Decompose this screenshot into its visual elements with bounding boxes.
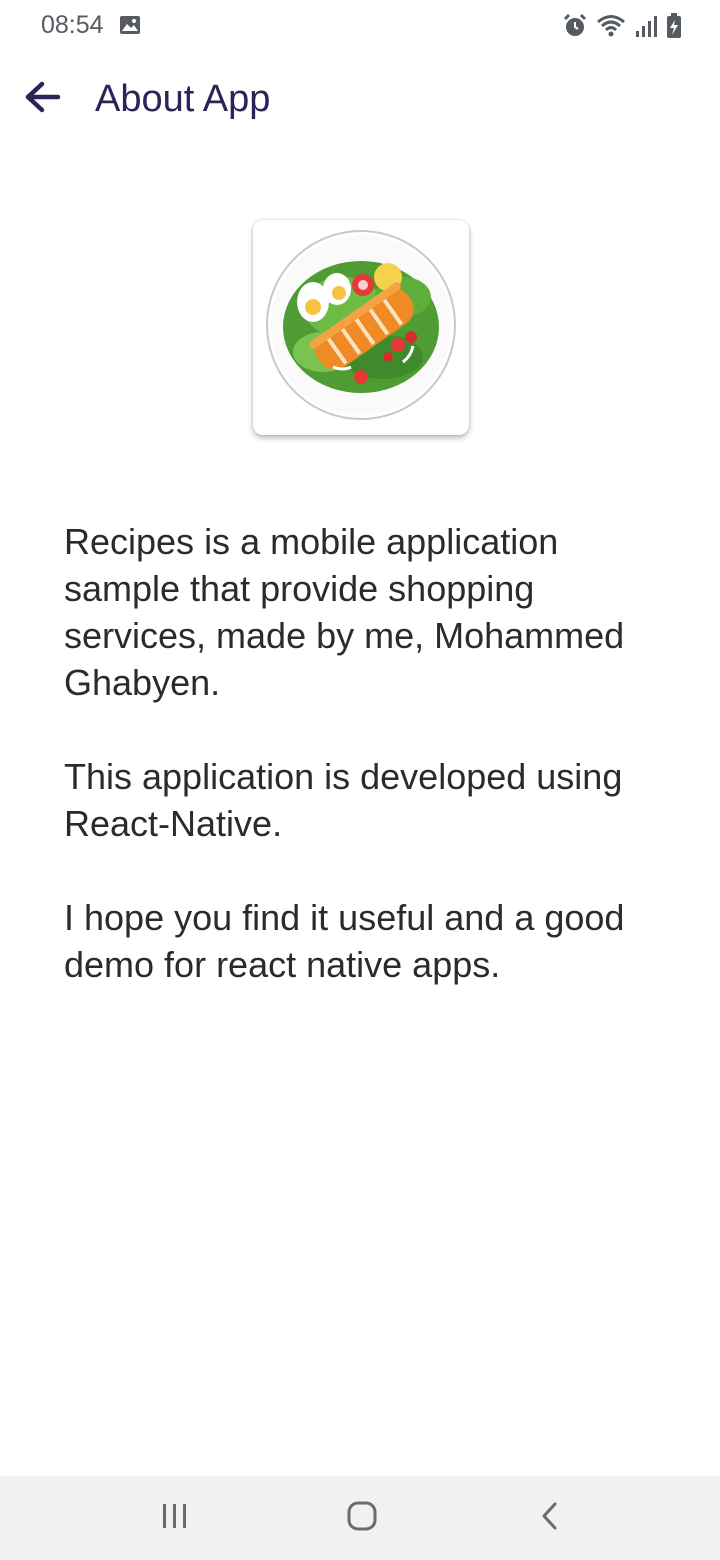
app-bar: About App [0, 54, 720, 146]
alarm-icon [562, 13, 588, 44]
back-icon [539, 1501, 561, 1536]
status-icons [562, 13, 682, 44]
app-logo [253, 220, 469, 435]
image-icon [119, 15, 141, 40]
arrow-left-icon [22, 80, 62, 119]
home-button[interactable] [327, 1492, 397, 1544]
recent-apps-icon [160, 1502, 190, 1535]
status-time: 08:54 [41, 11, 104, 39]
page-title: About App [95, 78, 271, 120]
wifi-icon [596, 13, 626, 44]
about-text: Recipes is a mobile application sample t… [64, 518, 684, 1035]
back-button[interactable] [10, 74, 74, 124]
about-paragraph-2: This application is developed using Reac… [64, 756, 623, 844]
about-paragraph-3: I hope you find it useful and a good dem… [64, 897, 625, 985]
signal-icon [634, 14, 658, 43]
home-icon [346, 1500, 378, 1537]
status-bar: 08:54 [0, 0, 720, 54]
battery-charging-icon [666, 13, 682, 44]
nav-back-button[interactable] [515, 1492, 585, 1544]
recent-apps-button[interactable] [140, 1492, 210, 1544]
salad-plate-icon [263, 227, 459, 428]
about-paragraph-1: Recipes is a mobile application sample t… [64, 521, 625, 703]
system-nav-bar [0, 1476, 720, 1560]
